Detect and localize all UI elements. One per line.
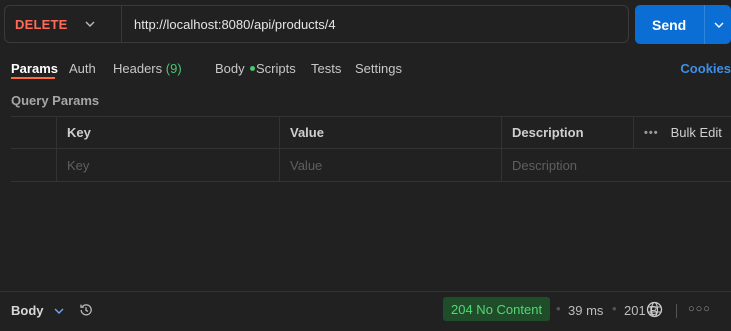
send-button[interactable]: Send	[635, 5, 731, 44]
active-tab-underline	[11, 77, 55, 79]
headers-count: (9)	[165, 61, 182, 76]
query-params-table: Key Value Description ••• Bulk Edit Key …	[11, 116, 731, 182]
response-status-bar: Body 204 No Content • 39 ms • 201 B ○○○	[0, 291, 731, 331]
chevron-down-icon	[85, 21, 95, 27]
query-params-title: Query Params	[11, 93, 100, 108]
description-input[interactable]: Description	[501, 149, 633, 181]
globe-icon[interactable]	[646, 301, 663, 318]
bulk-edit-button[interactable]: Bulk Edit	[671, 125, 722, 140]
history-icon[interactable]	[78, 302, 94, 318]
request-bar: DELETE http://localhost:8080/api/product…	[0, 0, 731, 50]
url-box: DELETE http://localhost:8080/api/product…	[4, 5, 629, 43]
row-empty-cell	[633, 149, 731, 181]
column-description: Description	[501, 117, 633, 148]
separator: •	[556, 301, 561, 316]
chevron-down-icon[interactable]	[53, 305, 65, 317]
divider	[676, 304, 677, 318]
tab-params[interactable]: Params	[11, 61, 58, 76]
table-row: Key Value Description	[11, 149, 731, 182]
tab-auth[interactable]: Auth	[69, 61, 96, 76]
row-checkbox-cell	[11, 149, 56, 181]
bulk-edit-cell: ••• Bulk Edit	[633, 117, 731, 148]
more-icon[interactable]: •••	[644, 127, 659, 139]
tab-tests[interactable]: Tests	[311, 61, 341, 76]
tab-headers[interactable]: Headers (9)	[113, 61, 182, 76]
value-input[interactable]: Value	[279, 149, 501, 181]
key-input[interactable]: Key	[56, 149, 279, 181]
table-header-row: Key Value Description ••• Bulk Edit	[11, 116, 731, 149]
chevron-down-icon[interactable]	[713, 19, 725, 31]
tab-settings[interactable]: Settings	[355, 61, 402, 76]
response-time: 39 ms	[568, 303, 604, 318]
separator: •	[612, 301, 617, 316]
tab-scripts[interactable]: Scripts	[256, 61, 296, 76]
status-badge: 204 No Content	[443, 297, 551, 321]
method-label: DELETE	[15, 16, 68, 32]
cookies-link[interactable]: Cookies	[680, 61, 731, 76]
response-body-label[interactable]: Body	[11, 303, 44, 318]
url-input[interactable]: http://localhost:8080/api/products/4	[122, 17, 336, 32]
tab-body[interactable]: Body	[215, 61, 255, 76]
body-indicator-dot	[249, 66, 255, 72]
column-key: Key	[56, 117, 279, 148]
checkbox-column-header	[11, 117, 56, 148]
column-value: Value	[279, 117, 501, 148]
more-icon[interactable]: ○○○	[688, 303, 711, 315]
request-tabs: Params Auth Headers (9) Body Scripts Tes…	[0, 58, 731, 80]
method-select[interactable]: DELETE	[5, 6, 122, 42]
send-label: Send	[652, 16, 687, 33]
send-divider	[704, 5, 705, 44]
